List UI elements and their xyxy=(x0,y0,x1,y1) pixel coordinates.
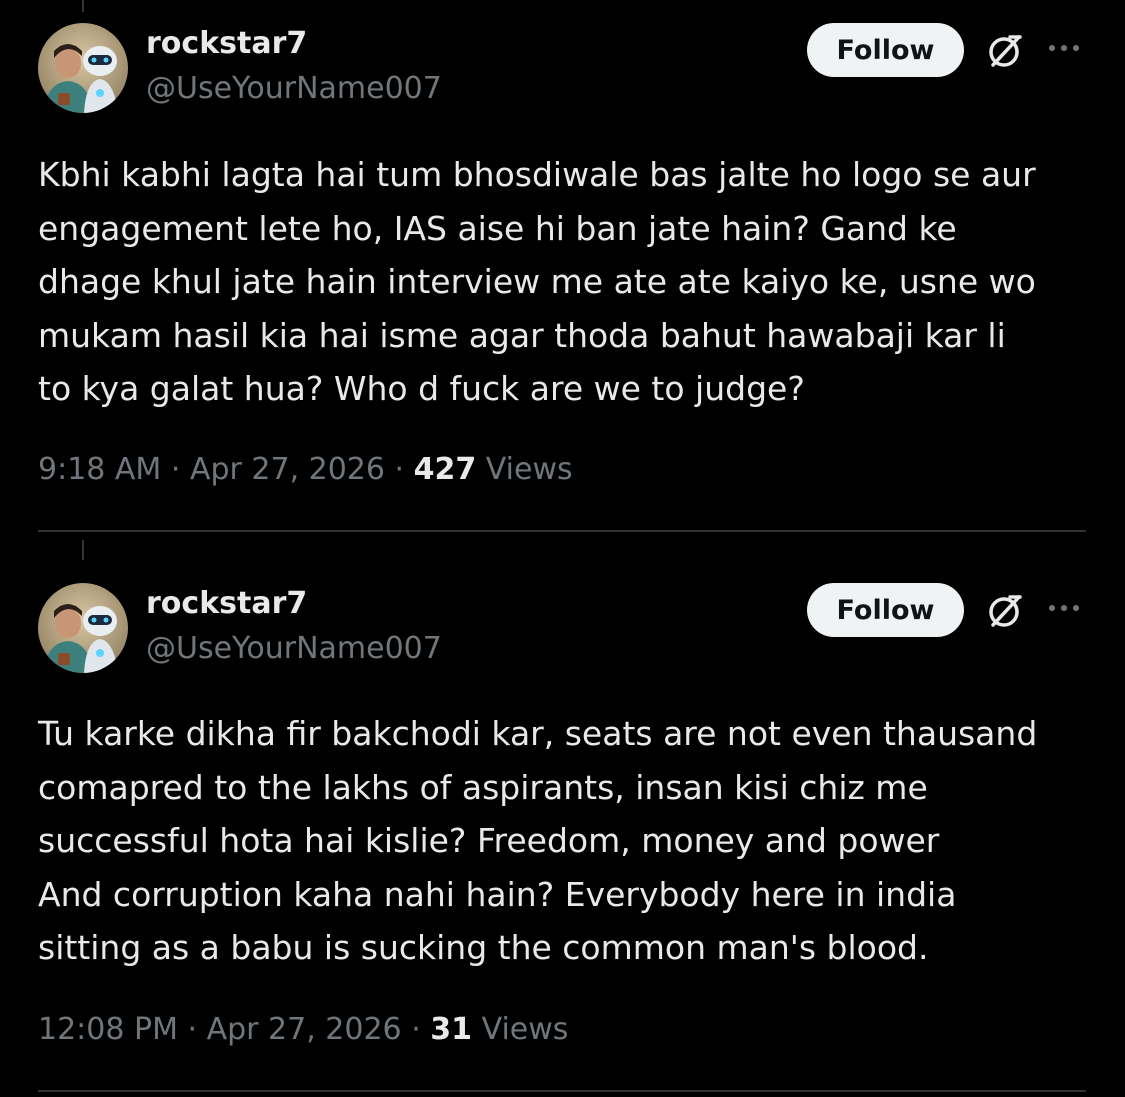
avatar[interactable] xyxy=(38,23,128,113)
display-name[interactable]: rockstar7 xyxy=(146,586,307,621)
user-handle[interactable]: @UseYourName007 xyxy=(146,631,442,666)
tweet-date[interactable]: Apr 27, 2026 xyxy=(207,1012,402,1047)
avatar-image xyxy=(38,583,128,673)
tweet-time[interactable]: 9:18 AM xyxy=(38,452,161,487)
tweet-time[interactable]: 12:08 PM xyxy=(38,1012,178,1047)
tweet-meta: 12:08 PM · Apr 27, 2026 · 31 Views xyxy=(38,1012,568,1047)
display-name[interactable]: rockstar7 xyxy=(146,26,307,61)
user-handle[interactable]: @UseYourName007 xyxy=(146,71,442,106)
meta-separator: · xyxy=(187,1012,198,1047)
thread-connector xyxy=(82,540,84,560)
avatar-image xyxy=(38,23,128,113)
divider xyxy=(38,530,1086,532)
tweet-date[interactable]: Apr 27, 2026 xyxy=(190,452,385,487)
tweet[interactable]: rockstar7 @UseYourName007 Follow Kbhi ka… xyxy=(0,0,1125,532)
meta-separator: · xyxy=(411,1012,421,1047)
meta-separator: · xyxy=(394,452,405,487)
views-count: 31 xyxy=(430,1012,473,1047)
grok-icon[interactable] xyxy=(984,590,1026,632)
follow-button[interactable]: Follow xyxy=(807,23,964,77)
avatar[interactable] xyxy=(38,583,128,673)
more-horizontal-icon[interactable] xyxy=(1046,596,1082,620)
follow-button[interactable]: Follow xyxy=(807,583,964,637)
views-label: Views xyxy=(485,452,573,487)
tweet[interactable]: rockstar7 @UseYourName007 Follow Tu kark… xyxy=(0,534,1125,1092)
tweet-meta: 9:18 AM · Apr 27, 2026 · 427 Views xyxy=(38,452,573,487)
views-count: 427 xyxy=(413,452,477,487)
divider xyxy=(38,1090,1086,1092)
views-label: Views xyxy=(481,1012,569,1047)
tweet-text: Kbhi kabhi lagta hai tum bhosdiwale bas … xyxy=(38,155,1036,408)
more-horizontal-icon[interactable] xyxy=(1046,36,1082,60)
tweet-text: Tu karke dikha fir bakchodi kar, seats a… xyxy=(38,714,1038,967)
grok-icon[interactable] xyxy=(984,30,1026,72)
meta-separator: · xyxy=(170,452,181,487)
